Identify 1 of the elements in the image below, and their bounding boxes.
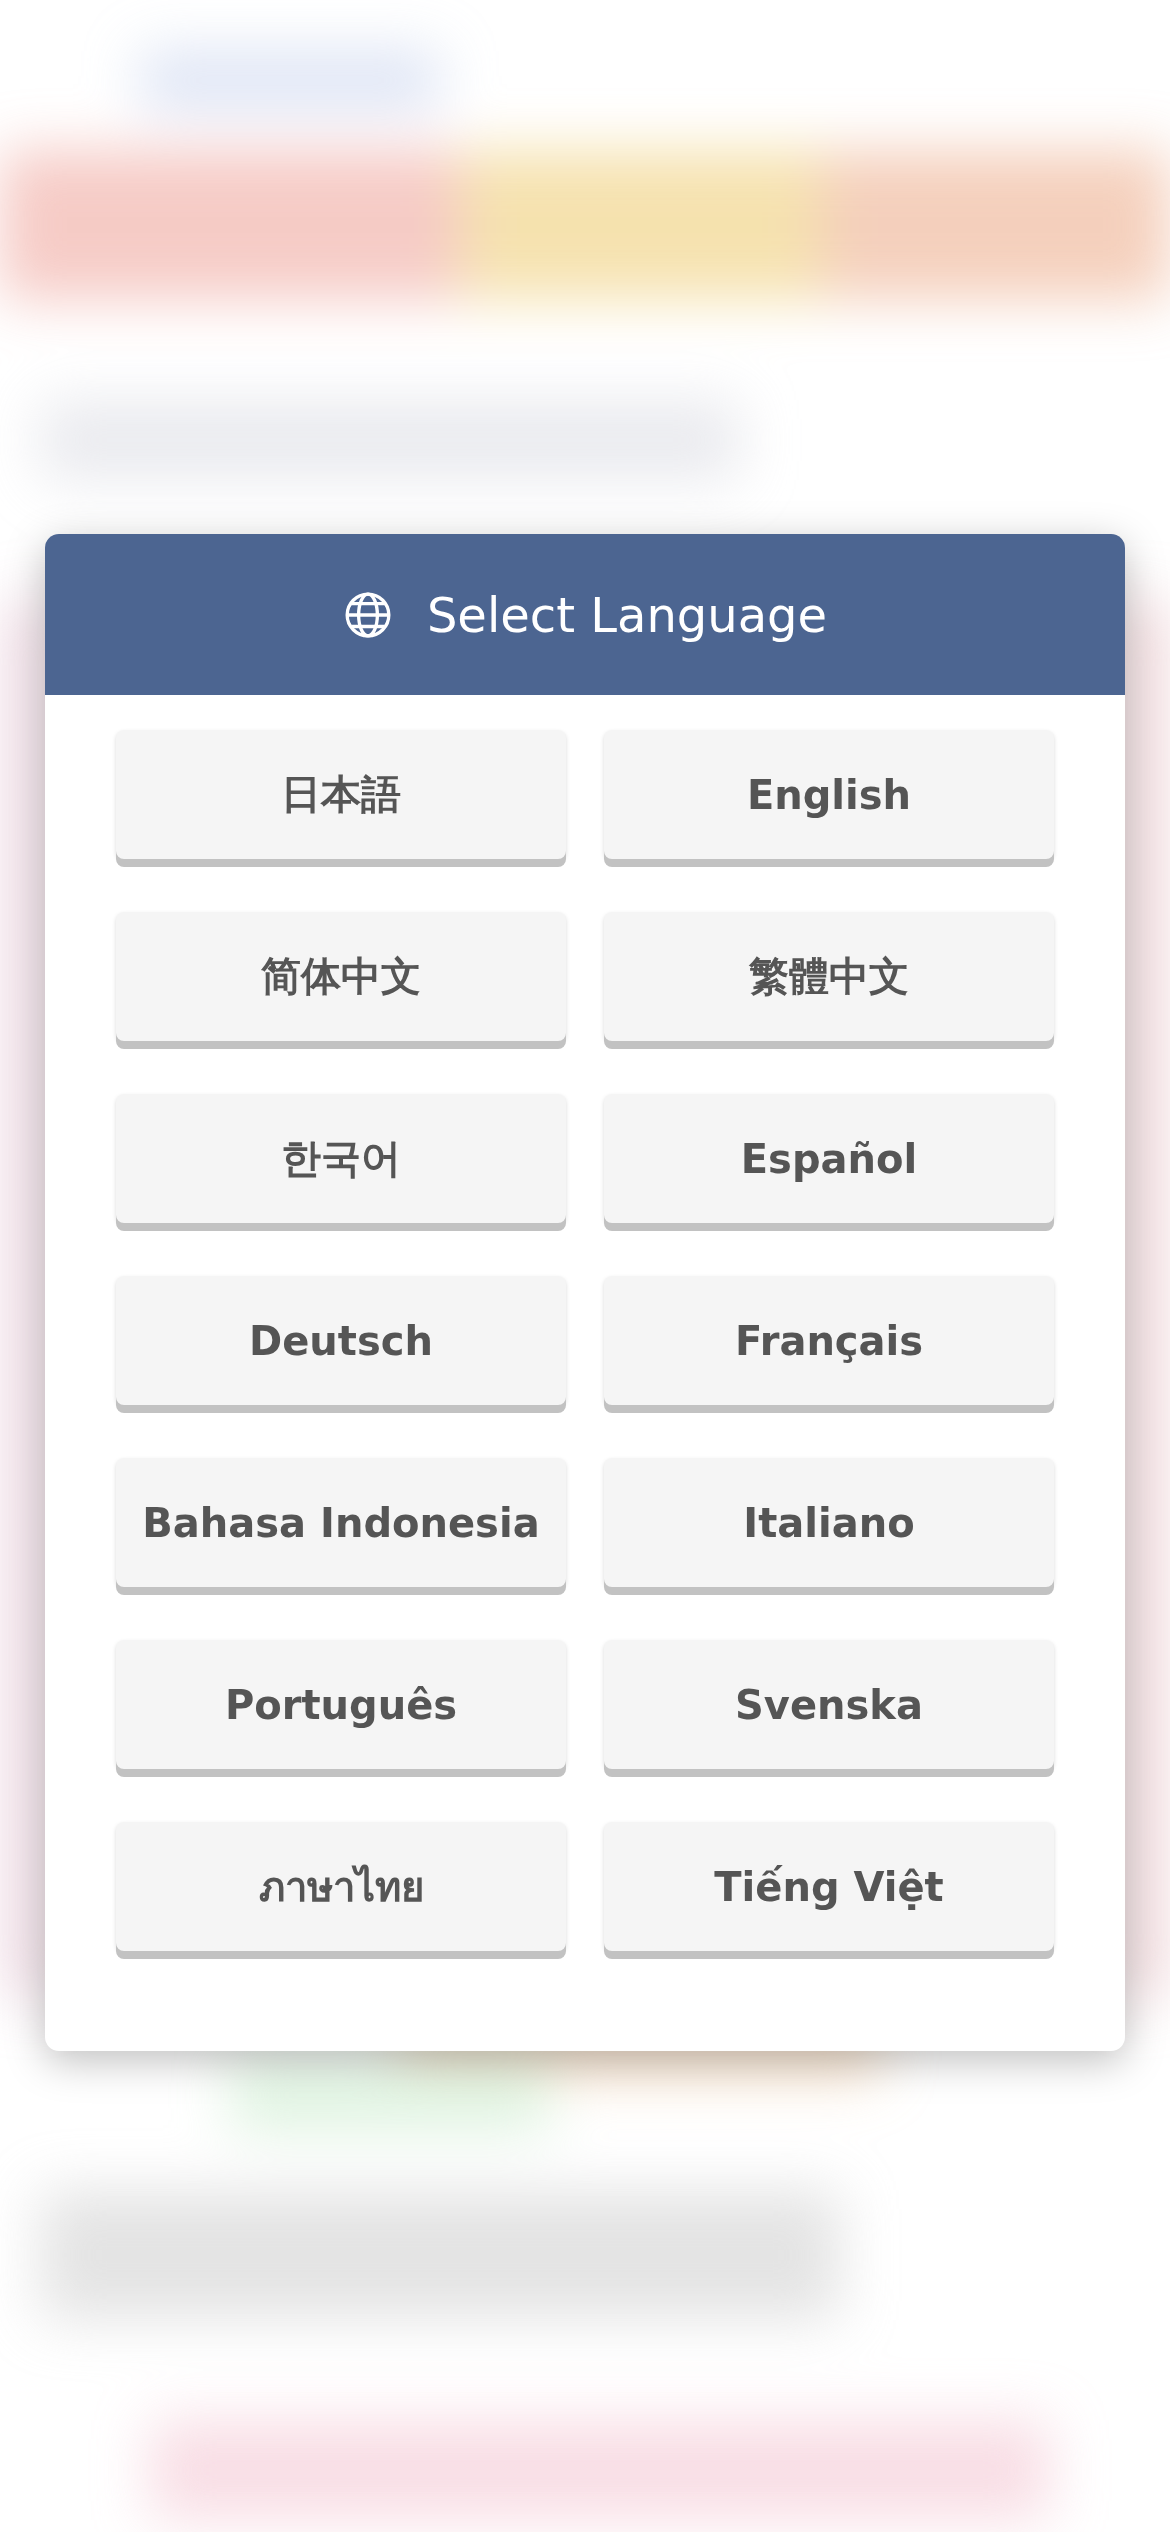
dialog-title: Select Language xyxy=(426,586,828,643)
